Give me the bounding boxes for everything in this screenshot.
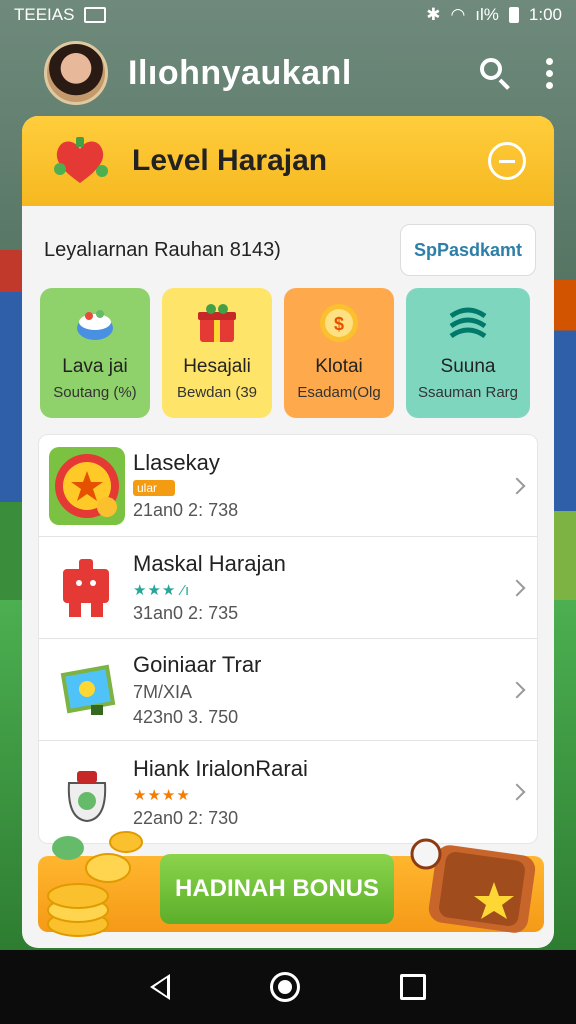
level-card-title: Level Harajan (132, 144, 328, 177)
level-card-header: Level Harajan (22, 116, 554, 206)
rating-stars: ★★★ ⁄ı (133, 582, 191, 599)
tile-sub: Bewdan (39 (176, 384, 258, 401)
puzzle-icon (49, 549, 125, 627)
app-title: Ilıohnyaukanl (128, 53, 352, 92)
battery-icon (508, 7, 519, 23)
map-icon (49, 651, 125, 729)
tile-klotai[interactable]: $ Klotai Esadam(Olg (284, 288, 394, 418)
search-icon[interactable] (478, 56, 512, 90)
list-item-meta: 21an0 2: 738 (133, 500, 239, 520)
rating-stars: ★★★★ (133, 786, 191, 804)
chevron-right-icon[interactable] (508, 783, 526, 801)
reward-list: Llasekay ular 21an0 2: 738 Maskal Haraja… (38, 434, 538, 844)
wave-icon (445, 300, 491, 346)
list-item[interactable]: Llasekay ular 21an0 2: 738 (39, 435, 537, 537)
signal-text: ıl% (475, 5, 499, 24)
level-subtitle: Leyalıarnan Rauhan 8143) (44, 238, 281, 261)
app-header: Ilıohnyaukanl (0, 36, 576, 110)
coin-icon: $ (316, 300, 362, 346)
money-bag-icon (49, 753, 125, 831)
category-tiles: Lava jai Soutang (%) Hesajali Bewdan (39… (22, 278, 554, 418)
tile-suuna[interactable]: Suuna Ssauman Rarg (406, 288, 530, 418)
bonus-button[interactable]: HADINAH BONUS (160, 854, 394, 924)
tile-lava-jai[interactable]: Lava jai Soutang (%) (40, 288, 150, 418)
more-vert-icon[interactable] (546, 57, 554, 89)
tile-label: Klotai (315, 356, 363, 377)
list-item-meta: 31an0 2: 735 (133, 603, 239, 623)
tile-label: Suuna (440, 356, 496, 377)
system-nav-bar (0, 950, 576, 1024)
recent-apps-icon[interactable] (400, 974, 426, 1000)
level-subheader: Leyalıarnan Rauhan 8143) SpPasdkamt (22, 206, 554, 278)
status-bar: TEEIAS ✱ ◠ ıl% 1:00 (0, 0, 576, 30)
list-item[interactable]: Goiniaar Trar 7M/XIA 423n0 3. 750 (39, 639, 537, 741)
food-bowl-icon (72, 300, 118, 346)
home-icon[interactable] (270, 972, 300, 1002)
coins-icon (38, 826, 148, 944)
back-icon[interactable] (150, 974, 170, 1000)
tile-hesajali[interactable]: Hesajali Bewdan (39 (162, 288, 272, 418)
tile-label: Hesajali (183, 356, 251, 377)
chevron-right-icon[interactable] (508, 579, 526, 596)
status-time: 1:00 (528, 5, 562, 24)
image-notification-icon (84, 7, 107, 23)
svg-text:$: $ (334, 314, 344, 334)
star-coin-icon (49, 446, 125, 525)
chevron-right-icon[interactable] (508, 681, 526, 698)
status-left-text: TEEIAS (14, 5, 75, 24)
tile-sub: Ssauman Rarg (417, 384, 519, 401)
chevron-right-icon[interactable] (508, 477, 526, 494)
special-button[interactable]: SpPasdkamt (400, 224, 536, 276)
list-item-title: Goiniaar Trar (133, 651, 262, 677)
wifi-icon: ◠ (450, 5, 466, 24)
bluetooth-icon: ✱ (426, 5, 441, 24)
list-item[interactable]: Maskal Harajan ★★★ ⁄ı 31an0 2: 735 (39, 537, 537, 639)
chest-icon (408, 836, 538, 940)
list-item-tag: ular (133, 480, 175, 496)
list-item-meta: 22an0 2: 730 (133, 807, 239, 828)
avatar[interactable] (44, 41, 108, 105)
heart-icon (50, 135, 110, 187)
list-item-meta: 423n0 3. 750 (133, 706, 239, 727)
list-item-subtitle: 7M/XIA (133, 681, 193, 702)
list-item-title: Llasekay (133, 450, 220, 475)
level-card: Level Harajan Leyalıarnan Rauhan 8143) S… (22, 116, 554, 948)
collapse-button[interactable] (488, 142, 526, 180)
tile-sub: Soutang (%) (53, 384, 137, 401)
gift-icon (194, 300, 240, 346)
list-item-title: Maskal Harajan (133, 551, 286, 576)
tile-sub: Esadam(Olg (297, 384, 381, 401)
minus-icon (499, 159, 515, 163)
list-item-title: Hiank IrialonRarai (133, 755, 308, 781)
tile-label: Lava jai (62, 356, 128, 377)
